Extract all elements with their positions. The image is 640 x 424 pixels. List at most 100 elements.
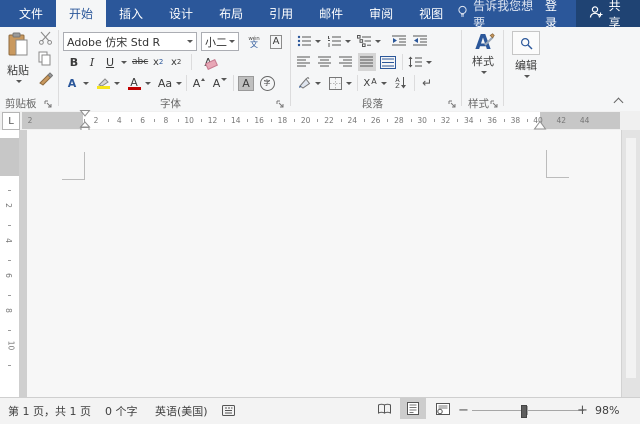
vertical-scrollbar[interactable] — [621, 130, 640, 397]
underline-button[interactable]: U — [101, 53, 119, 71]
enclose-characters-button[interactable]: 字 — [258, 74, 276, 92]
sign-in-link[interactable]: 登录 — [545, 0, 567, 31]
tell-me-box[interactable]: 告诉我您想要 — [456, 0, 536, 31]
shading-dropdown[interactable] — [315, 82, 321, 85]
align-right-button[interactable] — [337, 53, 355, 71]
strikethrough-button[interactable]: abc — [131, 53, 149, 71]
page-indicator[interactable]: 第 1 页，共 1 页 — [8, 398, 91, 423]
vertical-ruler[interactable]: 246810 — [0, 130, 19, 397]
decrease-indent-button[interactable] — [390, 32, 408, 50]
language-indicator[interactable]: 英语(美国) — [155, 398, 208, 423]
title-bar: 文件 开始 插入 设计 布局 引用 邮件 审阅 视图 告诉我您想要 登录 共享 — [0, 0, 640, 27]
grow-font-button[interactable]: A — [190, 74, 208, 92]
change-case-button[interactable]: Aa — [156, 74, 174, 92]
multilevel-list-button[interactable] — [355, 32, 373, 50]
styles-dropdown[interactable] — [481, 71, 487, 74]
tab-selector[interactable]: L — [2, 112, 20, 130]
increase-indent-button[interactable] — [411, 32, 429, 50]
tab-home[interactable]: 开始 — [56, 0, 106, 27]
zoom-thumb[interactable] — [521, 405, 527, 418]
paste-dropdown[interactable] — [16, 80, 22, 83]
multilevel-dropdown[interactable] — [375, 40, 381, 43]
ribbon: 粘贴 剪贴板 Adobe 仿宋 — [0, 27, 640, 112]
align-left-button[interactable] — [295, 53, 313, 71]
text-effects-dropdown[interactable] — [83, 82, 89, 85]
tab-references[interactable]: 引用 — [256, 0, 306, 27]
zoom-level[interactable]: 98% — [595, 398, 619, 423]
tab-insert[interactable]: 插入 — [106, 0, 156, 27]
font-color-button[interactable]: A — [125, 74, 143, 92]
copy-button[interactable] — [38, 51, 52, 69]
cut-button[interactable] — [38, 31, 53, 48]
bullets-button[interactable] — [295, 32, 313, 50]
justify-button[interactable] — [358, 53, 376, 71]
character-shading-button[interactable]: A — [237, 74, 255, 92]
font-size-dropdown[interactable] — [229, 40, 235, 43]
asian-layout-dropdown[interactable] — [381, 82, 387, 85]
font-color-dropdown[interactable] — [145, 82, 151, 85]
phonetic-guide-button[interactable]: wén 文 — [245, 33, 263, 51]
show-marks-button[interactable]: ↵ — [418, 74, 436, 92]
zoom-out-button[interactable]: − — [458, 398, 469, 423]
paste-button[interactable]: 粘贴 — [6, 32, 30, 83]
change-case-dropdown[interactable] — [176, 82, 182, 85]
left-margin-crop-mark — [84, 152, 85, 180]
tab-mailings[interactable]: 邮件 — [306, 0, 356, 27]
input-mode-icon[interactable] — [222, 398, 235, 423]
text-highlight-button[interactable] — [94, 74, 112, 92]
print-layout-button[interactable] — [400, 398, 426, 419]
tab-review[interactable]: 审阅 — [356, 0, 406, 27]
bold-button[interactable]: B — [65, 53, 83, 71]
tab-layout[interactable]: 布局 — [206, 0, 256, 27]
tab-design[interactable]: 设计 — [156, 0, 206, 27]
text-effects-button[interactable]: A — [63, 74, 81, 92]
styles-button[interactable]: A 样式 — [466, 31, 500, 74]
italic-button[interactable]: I — [83, 53, 101, 71]
styles-dialog-launcher[interactable] — [490, 99, 499, 108]
font-dialog-launcher[interactable] — [276, 99, 285, 108]
font-size-combo[interactable]: 小二 — [201, 32, 239, 51]
numbering-dropdown[interactable] — [345, 40, 351, 43]
line-spacing-button[interactable] — [406, 53, 424, 71]
right-indent-marker[interactable] — [534, 121, 546, 130]
editing-dropdown[interactable] — [524, 75, 530, 78]
asian-layout-button[interactable]: X A — [361, 74, 379, 92]
highlight-dropdown[interactable] — [114, 82, 120, 85]
distribute-button[interactable] — [379, 53, 397, 71]
share-button[interactable]: 共享 — [576, 0, 640, 27]
numbering-button[interactable] — [325, 32, 343, 50]
superscript-button[interactable]: x2 — [167, 53, 185, 71]
tab-view[interactable]: 视图 — [406, 0, 456, 27]
clear-formatting-button[interactable]: A — [199, 53, 217, 71]
collapse-ribbon-chevron[interactable] — [614, 98, 624, 108]
shading-button[interactable] — [295, 74, 313, 92]
subscript-button[interactable]: x2 — [149, 53, 167, 71]
editing-button[interactable]: 编辑 — [508, 31, 544, 78]
paragraph-dialog-launcher[interactable] — [448, 99, 457, 108]
read-mode-button[interactable] — [371, 398, 397, 419]
horizontal-ruler[interactable]: 2246810121416182022242628303234363840424… — [22, 112, 620, 129]
sort-button[interactable]: A Z — [392, 74, 410, 92]
paste-label: 粘贴 — [7, 62, 29, 78]
web-layout-button[interactable] — [430, 398, 456, 419]
clipboard-dialog-launcher[interactable] — [44, 99, 53, 108]
word-count[interactable]: 0 个字 — [105, 398, 138, 423]
word-window: 文件 开始 插入 设计 布局 引用 邮件 审阅 视图 告诉我您想要 登录 共享 — [0, 0, 640, 423]
zoom-in-button[interactable]: + — [577, 398, 588, 423]
bullets-dropdown[interactable] — [315, 40, 321, 43]
shrink-font-button[interactable]: A — [211, 74, 229, 92]
document-page[interactable] — [27, 130, 621, 397]
borders-dropdown[interactable] — [346, 82, 352, 85]
tab-file[interactable]: 文件 — [6, 0, 56, 27]
underline-dropdown[interactable] — [121, 61, 127, 64]
align-center-button[interactable] — [316, 53, 334, 71]
borders-button[interactable] — [326, 74, 344, 92]
character-border-button[interactable]: A — [267, 33, 285, 51]
shrink-arrow-icon — [221, 78, 227, 81]
scrollbar-thumb[interactable] — [626, 138, 636, 378]
font-name-combo[interactable]: Adobe 仿宋 Std R — [63, 32, 197, 51]
zoom-slider[interactable] — [472, 398, 584, 423]
format-painter-button[interactable] — [38, 71, 53, 89]
line-spacing-dropdown[interactable] — [426, 61, 432, 64]
font-name-dropdown[interactable] — [187, 40, 193, 43]
